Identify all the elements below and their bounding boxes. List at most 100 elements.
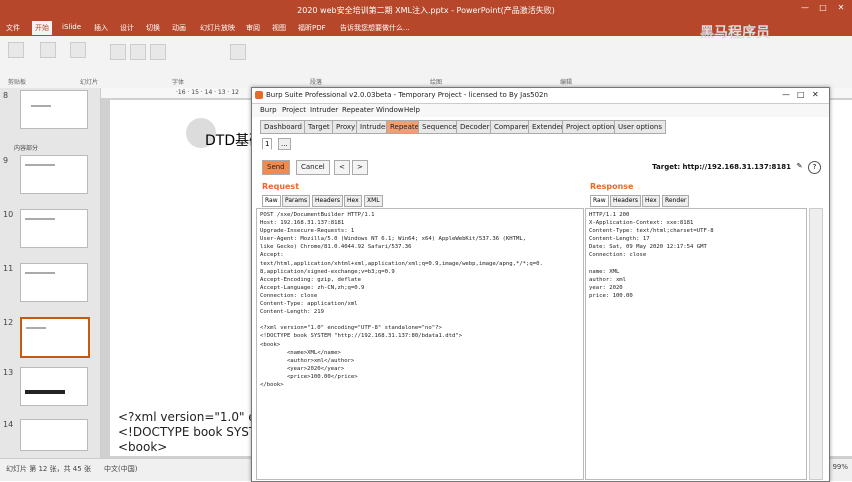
maximize-icon[interactable]: □ bbox=[797, 90, 805, 99]
req-tab-xml[interactable]: XML bbox=[364, 195, 383, 207]
slide-thumbnail[interactable] bbox=[20, 263, 88, 302]
target-label: Target: http://192.168.31.137:8181 bbox=[652, 163, 791, 171]
response-viewer[interactable]: HTTP/1.1 200 X-Application-Context: xxe:… bbox=[585, 208, 807, 480]
italic-icon[interactable] bbox=[150, 44, 166, 60]
tab-insert[interactable]: 插入 bbox=[94, 23, 108, 33]
tab-islide[interactable]: iSlide bbox=[62, 23, 81, 31]
tab-project-options[interactable]: Project options bbox=[562, 120, 622, 134]
menu-intruder[interactable]: Intruder bbox=[310, 106, 338, 114]
slide-code-line[interactable]: <!DOCTYPE book SYST bbox=[118, 425, 256, 439]
request-raw-text[interactable]: POST /xxe/DocumentBuilder HTTP/1.1 Host:… bbox=[257, 209, 583, 391]
burp-title: Burp Suite Professional v2.0.03beta - Te… bbox=[266, 91, 548, 99]
tab-review[interactable]: 审阅 bbox=[246, 23, 260, 33]
tab-file[interactable]: 文件 bbox=[6, 23, 20, 33]
tab-dashboard[interactable]: Dashboard bbox=[260, 120, 306, 134]
slide-thumbnail[interactable] bbox=[20, 209, 88, 248]
slide-number: 11 bbox=[3, 264, 14, 273]
tab-design[interactable]: 设计 bbox=[120, 23, 134, 33]
edit-target-icon[interactable]: ✎ bbox=[794, 161, 805, 172]
menu-window[interactable]: Window bbox=[376, 106, 404, 114]
tab-decoder[interactable]: Decoder bbox=[456, 120, 494, 134]
burp-titlebar: Burp Suite Professional v2.0.03beta - Te… bbox=[252, 88, 829, 104]
layout-icon[interactable] bbox=[70, 42, 86, 58]
request-title: Request bbox=[262, 182, 300, 191]
tab-home[interactable]: 开始 bbox=[32, 21, 52, 35]
slide-thumbnail[interactable] bbox=[20, 90, 88, 129]
response-raw-text[interactable]: HTTP/1.1 200 X-Application-Context: xxe:… bbox=[586, 209, 806, 302]
slide-thumbnail[interactable] bbox=[20, 367, 88, 406]
help-icon[interactable]: ? bbox=[808, 161, 821, 174]
tab-user-options[interactable]: User options bbox=[614, 120, 666, 134]
slide-thumbnail[interactable] bbox=[20, 155, 88, 194]
slide-code-line[interactable]: <?xml version="1.0" en bbox=[118, 410, 263, 424]
maximize-icon[interactable]: □ bbox=[818, 3, 828, 13]
menu-help[interactable]: Help bbox=[404, 106, 420, 114]
req-tab-raw[interactable]: Raw bbox=[262, 195, 281, 207]
next-button[interactable]: > bbox=[352, 160, 368, 175]
new-slide-icon[interactable] bbox=[40, 42, 56, 58]
thumbnail-pane: 8 内容部分 9 10 11 12 13 14 bbox=[0, 88, 101, 458]
tab-comparer[interactable]: Comparer bbox=[490, 120, 533, 134]
zoom-level[interactable]: 99% bbox=[832, 463, 848, 471]
font-icon[interactable] bbox=[110, 44, 126, 60]
tab-animations[interactable]: 动画 bbox=[172, 23, 186, 33]
tab-view[interactable]: 视图 bbox=[272, 23, 286, 33]
window-title: 2020 web安全培训第二期 XML注入.pptx - PowerPoint(… bbox=[297, 6, 555, 15]
prev-button[interactable]: < bbox=[334, 160, 350, 175]
bold-icon[interactable] bbox=[130, 44, 146, 60]
request-editor[interactable]: POST /xxe/DocumentBuilder HTTP/1.1 Host:… bbox=[256, 208, 584, 480]
slide-count: 幻灯片 第 12 张，共 45 张 bbox=[6, 465, 91, 473]
slide-thumbnail[interactable] bbox=[20, 419, 88, 451]
ppt-titlebar: 2020 web安全培训第二期 XML注入.pptx - PowerPoint(… bbox=[0, 0, 852, 20]
burp-menubar: Burp Project Intruder Repeater Window He… bbox=[252, 104, 829, 117]
paste-icon[interactable] bbox=[8, 42, 24, 58]
watermark: 黑马程序员 bbox=[700, 25, 770, 41]
tab-transitions[interactable]: 切换 bbox=[146, 23, 160, 33]
repeater-tab-new[interactable]: ... bbox=[278, 138, 291, 150]
burp-logo-icon bbox=[255, 91, 263, 99]
tell-me-search[interactable]: 告诉我您想要做什么... bbox=[340, 23, 410, 33]
group-paragraph: 段落 bbox=[310, 79, 323, 86]
group-slides: 幻灯片 bbox=[80, 79, 99, 86]
ribbon: 剪贴板 幻灯片 字体 段落 绘图 编辑 bbox=[0, 36, 852, 89]
slide-number: 13 bbox=[3, 368, 14, 377]
slide-code-line[interactable]: <book> bbox=[118, 440, 167, 454]
send-button[interactable]: Send bbox=[262, 160, 290, 175]
group-editing: 编辑 bbox=[560, 79, 573, 86]
resp-tab-render[interactable]: Render bbox=[662, 195, 690, 207]
menu-repeater[interactable]: Repeater bbox=[342, 106, 374, 114]
slide-number: 8 bbox=[3, 91, 9, 100]
language-indicator[interactable]: 中文(中国) bbox=[104, 464, 137, 474]
response-title: Response bbox=[590, 182, 634, 191]
close-icon[interactable]: ✕ bbox=[812, 90, 819, 99]
minimize-icon[interactable]: — bbox=[782, 90, 790, 99]
slide-number: 12 bbox=[3, 318, 14, 327]
req-tab-hex[interactable]: Hex bbox=[344, 195, 362, 207]
group-font: 字体 bbox=[172, 79, 185, 86]
req-tab-params[interactable]: Params bbox=[282, 195, 311, 207]
tab-target[interactable]: Target bbox=[304, 120, 334, 134]
slide-number: 9 bbox=[3, 156, 9, 165]
menu-burp[interactable]: Burp bbox=[260, 106, 277, 114]
slide-number: 10 bbox=[3, 210, 14, 219]
repeater-tab-1[interactable]: 1 bbox=[262, 138, 273, 150]
ruler-text: ·16 · 15 · 14 · 13 · 12 bbox=[176, 89, 239, 96]
close-icon[interactable]: ✕ bbox=[836, 3, 846, 13]
repeater-toolbar: Send Cancel < > Target: http://192.168.3… bbox=[260, 160, 825, 176]
response-scrollbar[interactable] bbox=[809, 208, 823, 480]
resp-tab-headers[interactable]: Headers bbox=[610, 195, 641, 207]
minimize-icon[interactable]: — bbox=[800, 3, 810, 13]
burp-window: Burp Suite Professional v2.0.03beta - Te… bbox=[251, 87, 830, 482]
resp-tab-hex[interactable]: Hex bbox=[642, 195, 660, 207]
cancel-button[interactable]: Cancel bbox=[296, 160, 330, 175]
slide-number: 14 bbox=[3, 420, 14, 429]
req-tab-headers[interactable]: Headers bbox=[312, 195, 343, 207]
align-icon[interactable] bbox=[230, 44, 246, 60]
menu-project[interactable]: Project bbox=[282, 106, 306, 114]
group-clipboard: 剪贴板 bbox=[8, 79, 27, 86]
tab-slideshow[interactable]: 幻灯片放映 bbox=[200, 23, 235, 33]
tab-foxit-pdf[interactable]: 福昕PDF bbox=[298, 23, 326, 33]
section-label[interactable]: 内容部分 bbox=[14, 143, 38, 152]
resp-tab-raw[interactable]: Raw bbox=[590, 195, 609, 207]
slide-thumbnail-selected[interactable] bbox=[20, 317, 90, 358]
